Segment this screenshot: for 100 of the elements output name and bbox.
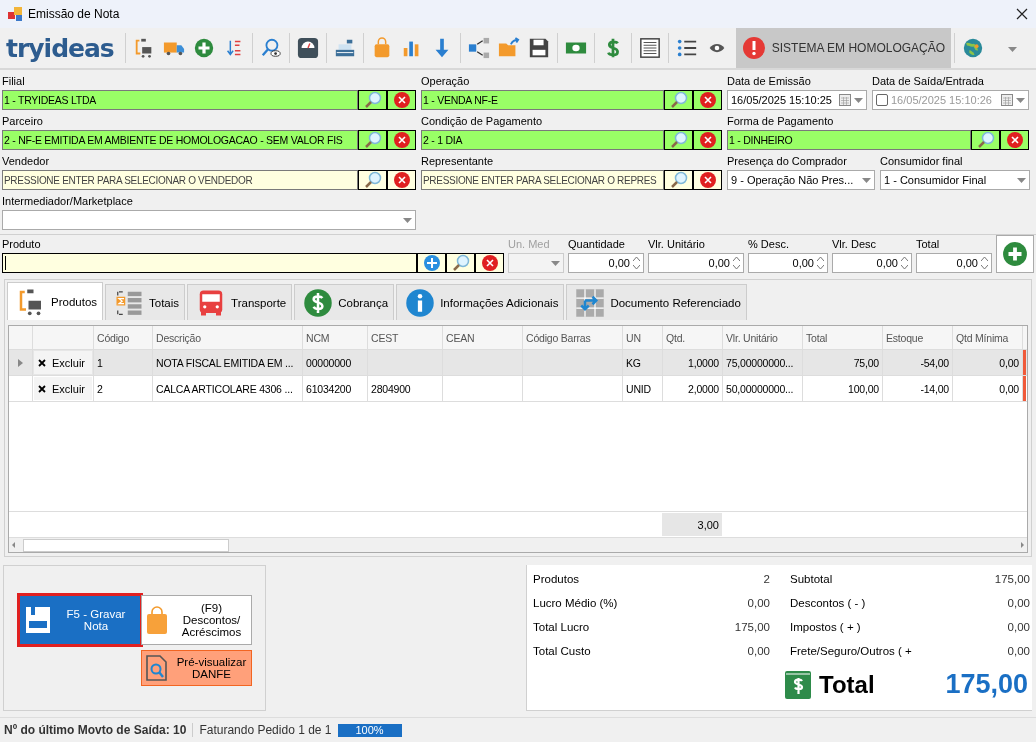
tab[interactable]: Transporte	[187, 284, 293, 320]
preview-button[interactable]: Pré-visualizar DANFE	[141, 650, 252, 686]
lookup-field[interactable]: 2 - 1 DIA	[421, 130, 664, 150]
clear-icon	[698, 131, 717, 149]
search-button[interactable]	[358, 90, 387, 110]
status-text: Nº do último Movto de Saída: 10	[4, 723, 194, 737]
save-icon	[26, 607, 50, 633]
dollar-icon	[303, 287, 334, 318]
table-cell: 2	[97, 382, 103, 395]
dropdown[interactable]: 9 - Operação Não Pres...	[727, 170, 875, 190]
spin-icon	[981, 256, 988, 270]
field-label: Vlr. Unitário	[648, 237, 706, 252]
clear-icon	[1005, 131, 1024, 149]
number-field[interactable]: 0,00	[568, 253, 644, 273]
column-header[interactable]: Código	[94, 326, 153, 349]
search-button[interactable]	[971, 130, 1000, 150]
summary-label: Lucro Médio (%)	[533, 597, 618, 609]
search-button[interactable]	[358, 170, 387, 190]
lookup-field[interactable]: 1 - VENDA NF-E	[421, 90, 664, 110]
column-total: 3,00	[697, 518, 719, 531]
search-button[interactable]	[664, 90, 693, 110]
clear-button[interactable]	[475, 253, 504, 273]
discount-button[interactable]: (F9) Descontos/ Acréscimos	[141, 595, 252, 645]
search-button[interactable]	[358, 130, 387, 150]
money-icon	[785, 670, 811, 699]
search-button[interactable]	[664, 170, 693, 190]
tab[interactable]: Totais	[105, 284, 186, 320]
table-cell: 00000000	[306, 356, 352, 369]
status-text: Faturando Pedido 1 de 1	[199, 723, 332, 737]
lookup-field[interactable]: 1 - TRYIDEAS LTDA	[2, 90, 358, 110]
spin-icon	[633, 256, 640, 270]
column-header[interactable]: UN	[623, 326, 663, 349]
field-label: Consumidor final	[880, 154, 964, 169]
clear-button[interactable]	[387, 90, 416, 110]
table-cell: 75,00	[853, 356, 879, 369]
progress-bar: 100%	[337, 723, 402, 737]
lookup-field[interactable]: 2 - NF-E EMITIDA EM AMBIENTE DE HOMOLOGACAO - SEM VALOR FIS	[2, 130, 358, 150]
total-label: Total	[819, 670, 876, 699]
field-label: Data de Saída/Entrada	[872, 74, 985, 89]
scrollbar-thumb[interactable]	[23, 538, 229, 552]
summary-value: 0,00	[747, 597, 770, 609]
field-label: Parceiro	[2, 114, 44, 129]
clear-button[interactable]	[387, 130, 416, 150]
clear-button[interactable]	[1000, 130, 1029, 150]
document-arrows-icon	[575, 287, 606, 318]
calendar-icon	[1001, 94, 1013, 106]
clear-button[interactable]	[693, 130, 722, 150]
scrollbar[interactable]	[9, 537, 1027, 552]
delete-button[interactable]: Excluir	[34, 377, 92, 400]
column-header[interactable]: Código Barras	[523, 326, 623, 349]
table-row[interactable]: Excluir 1 NOTA FISCAL EMITIDA EM ... 00000000 KG 1,0000 75,00000000... 75,00 -54,00 0,00	[9, 350, 1027, 376]
spin-icon	[817, 256, 824, 270]
caret-icon	[854, 97, 863, 103]
delete-icon	[38, 358, 46, 367]
caret-icon	[403, 217, 412, 223]
summary-value: 0,00	[747, 645, 770, 657]
field-label: Presença do Comprador	[727, 154, 848, 169]
column-header[interactable]: CEST	[368, 326, 443, 349]
row-pointer-icon	[18, 358, 23, 367]
number-field[interactable]: 0,00	[648, 253, 744, 273]
summary-label: Total Lucro	[533, 621, 590, 633]
column-header[interactable]: NCM	[303, 326, 368, 349]
table-row[interactable]: Excluir 2 CALCA ARTICOLARE 4306 ... 61034200 2804900 UNID 2,0000 50,00000000... 100,00 -14,00 0,00	[9, 376, 1027, 402]
clear-button[interactable]	[387, 170, 416, 190]
tab[interactable]: Cobrança	[294, 284, 395, 320]
column-header[interactable]: CEAN	[443, 326, 523, 349]
number-field[interactable]: 0,00	[748, 253, 828, 273]
lookup-field[interactable]: PRESSIONE ENTER PARA SELECIONAR O REPRES	[421, 170, 664, 190]
product-field[interactable]	[2, 253, 417, 273]
column-header[interactable]: Qtd Mínima	[953, 326, 1023, 349]
checkbox[interactable]	[876, 94, 888, 106]
date-field[interactable]: 16/05/2025 15:10:25	[727, 90, 867, 110]
field-label: Produto	[2, 237, 42, 252]
delete-button[interactable]: Excluir	[34, 351, 92, 374]
clear-button[interactable]	[693, 90, 722, 110]
column-header[interactable]: Total	[803, 326, 883, 349]
add-button[interactable]	[417, 253, 446, 273]
column-header[interactable]: Qtd.	[663, 326, 723, 349]
close-icon[interactable]	[1016, 8, 1028, 20]
alert-icon	[741, 36, 766, 60]
column-header[interactable]: Descrição	[153, 326, 303, 349]
tab[interactable]: Produtos	[7, 282, 104, 320]
number-field[interactable]: 0,00	[916, 253, 992, 273]
number-field[interactable]: 0,00	[832, 253, 912, 273]
add-item-button[interactable]	[996, 235, 1034, 273]
lookup-field[interactable]: 1 - DINHEIRO	[727, 130, 971, 150]
tab[interactable]: Informações Adicionais	[396, 284, 565, 320]
dropdown[interactable]: 1 - Consumidor Final	[880, 170, 1030, 190]
search-button[interactable]	[664, 130, 693, 150]
tab[interactable]: Documento Referenciado	[566, 284, 747, 320]
table-cell: CALCA ARTICOLARE 4306 ...	[156, 382, 293, 395]
lookup-field[interactable]: PRESSIONE ENTER PARA SELECIONAR O VENDEDOR	[2, 170, 358, 190]
column-header[interactable]: Estoque	[883, 326, 953, 349]
search-button[interactable]	[446, 253, 475, 273]
field-label: Total	[916, 237, 941, 252]
field-label: Filial	[2, 74, 26, 89]
column-header[interactable]: Vlr. Unitário	[723, 326, 803, 349]
save-button[interactable]: F5 - Gravar Nota	[19, 595, 141, 645]
clear-button[interactable]	[693, 170, 722, 190]
summary-value: 175,00	[994, 573, 1030, 585]
